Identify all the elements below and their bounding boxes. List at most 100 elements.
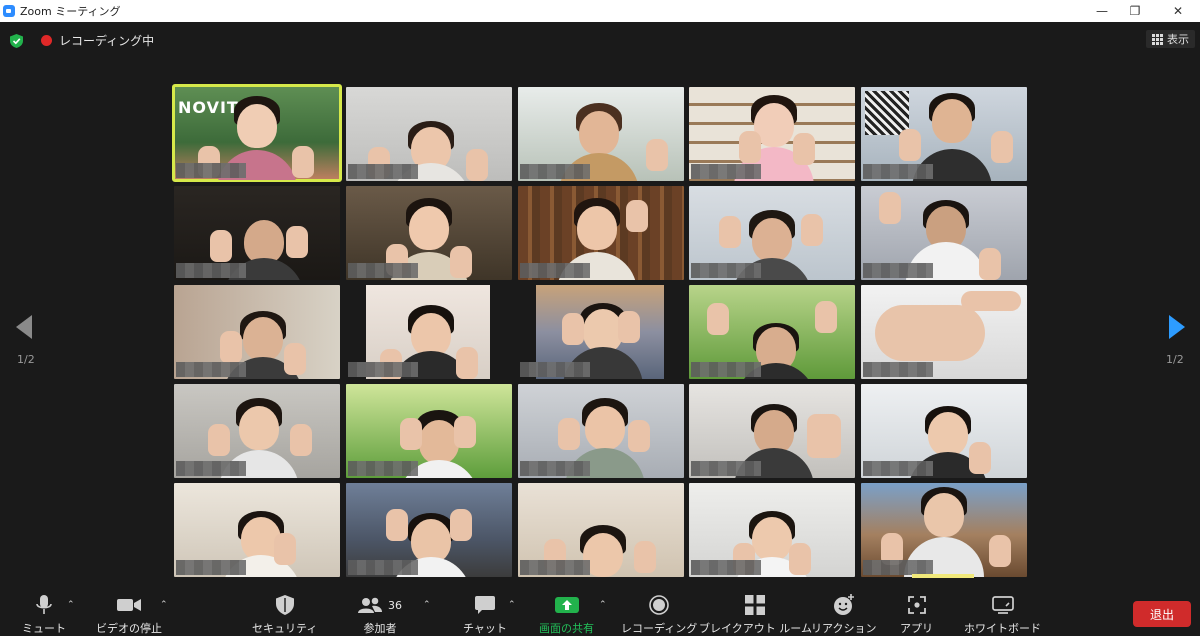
participant-tile[interactable] <box>861 87 1027 181</box>
chat-bubble-icon <box>474 596 495 614</box>
recording-indicator-icon[interactable] <box>41 35 52 46</box>
participant-tile[interactable]: NOVITA <box>172 84 342 182</box>
participant-tile[interactable] <box>518 87 684 181</box>
chat-button[interactable]: チャット <box>463 594 507 636</box>
grid-view-icon <box>1152 33 1163 45</box>
close-button[interactable]: ✕ <box>1158 0 1198 22</box>
zoom-app-icon <box>3 5 15 17</box>
record-label: レコーディング <box>621 622 698 635</box>
participant-name-blurred <box>863 362 933 377</box>
participant-tile[interactable] <box>174 384 340 478</box>
recording-status: レコーディング中 <box>59 34 155 48</box>
participant-tile[interactable] <box>689 285 855 379</box>
reactions-label: リアクション <box>811 622 877 635</box>
breakout-label: ブレイクアウト ルーム <box>699 622 812 635</box>
participant-tile[interactable] <box>346 186 512 280</box>
security-label: セキュリティ <box>252 622 318 635</box>
participant-tile[interactable] <box>861 186 1027 280</box>
window-title-bar: Zoom ミーティング — ❐ ✕ <box>0 0 1200 22</box>
apps-label: アプリ <box>900 622 933 635</box>
participant-tile[interactable] <box>346 87 512 181</box>
participants-button[interactable]: 36 参加者 <box>358 594 402 636</box>
participant-name-blurred <box>176 461 246 476</box>
participant-name-blurred <box>691 560 761 575</box>
security-button[interactable]: セキュリティ <box>252 594 317 636</box>
participant-name-blurred <box>691 461 761 476</box>
audio-options-caret-icon[interactable]: ⌃ <box>67 600 75 610</box>
participant-name-blurred <box>863 461 933 476</box>
participants-options-caret-icon[interactable]: ⌃ <box>423 600 431 610</box>
participants-label: 参加者 <box>363 622 397 635</box>
participant-name-blurred <box>520 461 590 476</box>
participant-tile[interactable] <box>861 384 1027 478</box>
participant-name-blurred <box>691 164 761 179</box>
window-title: Zoom ミーティング <box>20 5 121 18</box>
participant-tile[interactable] <box>518 483 684 577</box>
share-screen-button[interactable]: 画面の共有 <box>539 594 594 636</box>
leave-meeting-button[interactable]: 退出 <box>1133 601 1191 627</box>
participant-name-blurred <box>520 263 590 278</box>
participant-name-blurred <box>176 263 246 278</box>
participant-tile[interactable] <box>174 285 340 379</box>
participant-tile[interactable] <box>346 384 512 478</box>
participant-tile[interactable] <box>518 384 684 478</box>
participants-icon <box>358 597 382 613</box>
participant-tile[interactable] <box>174 483 340 577</box>
maximize-button[interactable]: ❐ <box>1115 0 1155 22</box>
apps-button[interactable]: アプリ <box>900 594 933 636</box>
participant-name-blurred <box>520 164 590 179</box>
stop-video-label: ビデオの停止 <box>96 622 162 635</box>
encryption-shield-icon[interactable] <box>10 34 23 48</box>
chat-options-caret-icon[interactable]: ⌃ <box>508 600 516 610</box>
participant-tile[interactable] <box>346 483 512 577</box>
view-button[interactable]: 表示 <box>1146 30 1195 48</box>
whiteboard-label: ホワイトボード <box>964 622 1041 635</box>
reactions-button[interactable]: リアクション <box>811 594 876 636</box>
participant-name-blurred <box>348 164 418 179</box>
record-button[interactable]: レコーディング <box>621 594 697 636</box>
participants-count: 36 <box>388 598 402 612</box>
stop-video-button[interactable]: ビデオの停止 <box>96 594 162 636</box>
participant-tile[interactable] <box>346 285 512 379</box>
meeting-controls-bar: ミュート ⌃ ビデオの停止 ⌃ セキュリティ 36 参加者 ⌃ チャット ⌃ 画… <box>0 578 1200 636</box>
participant-tile[interactable] <box>174 186 340 280</box>
participant-name-blurred <box>176 163 246 178</box>
participant-tile[interactable] <box>861 483 1027 577</box>
security-shield-icon <box>275 595 294 615</box>
record-icon <box>649 595 669 615</box>
maximize-icon: ❐ <box>1129 4 1141 18</box>
minimize-icon: — <box>1096 4 1108 18</box>
chat-label: チャット <box>463 622 507 635</box>
participant-name-blurred <box>348 362 418 377</box>
participant-name-blurred <box>348 560 418 575</box>
video-camera-icon <box>117 599 141 611</box>
previous-page-arrow-icon[interactable] <box>15 314 33 340</box>
share-screen-label: 画面の共有 <box>539 622 594 635</box>
share-options-caret-icon[interactable]: ⌃ <box>599 600 607 610</box>
apps-icon <box>907 596 926 614</box>
participant-tile[interactable] <box>689 384 855 478</box>
participant-name-blurred <box>520 560 590 575</box>
meeting-top-bar: レコーディング中 表示 <box>0 22 1200 58</box>
whiteboard-icon <box>991 596 1014 614</box>
mute-button[interactable]: ミュート <box>22 594 66 636</box>
participant-name-blurred <box>863 164 933 179</box>
participant-name-blurred <box>520 362 590 377</box>
participant-tile[interactable] <box>518 285 684 379</box>
whiteboard-button[interactable]: ホワイトボード <box>964 594 1041 636</box>
participant-name-blurred <box>348 263 418 278</box>
video-gallery: NOVITA <box>0 0 1200 636</box>
next-page-arrow-icon[interactable] <box>1168 314 1186 340</box>
participant-name-blurred <box>176 362 246 377</box>
participant-tile[interactable] <box>518 186 684 280</box>
page-indicator-left: 1/2 <box>17 353 35 366</box>
microphone-icon <box>36 595 52 614</box>
reaction-smiley-icon <box>833 594 854 615</box>
participant-tile[interactable] <box>861 285 1027 379</box>
mute-label: ミュート <box>22 622 66 635</box>
participant-tile[interactable] <box>689 87 855 181</box>
breakout-rooms-button[interactable]: ブレイクアウト ルーム <box>699 594 812 636</box>
participant-tile[interactable] <box>689 483 855 577</box>
video-options-caret-icon[interactable]: ⌃ <box>160 600 168 610</box>
participant-tile[interactable] <box>689 186 855 280</box>
